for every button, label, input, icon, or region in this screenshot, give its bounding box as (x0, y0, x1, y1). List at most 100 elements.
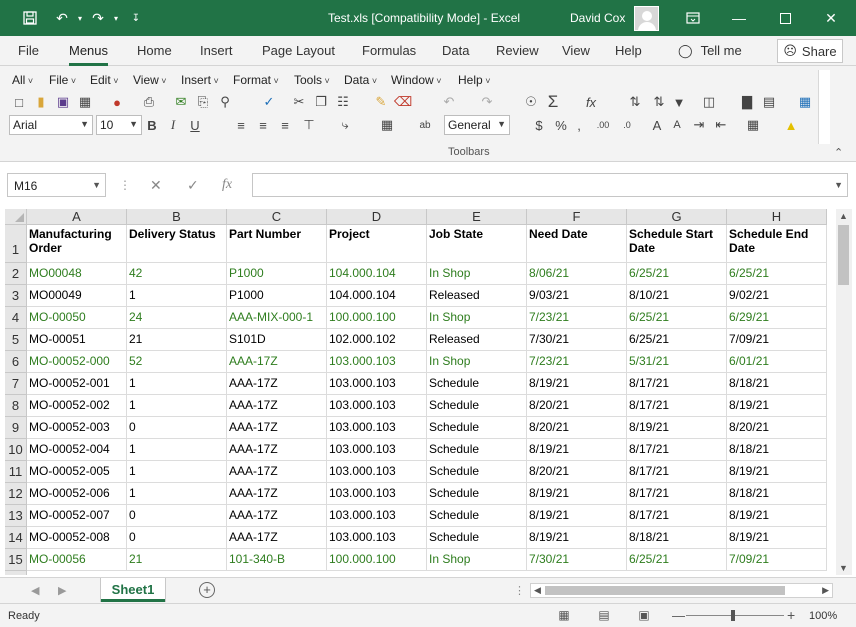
row-header[interactable]: 12 (5, 483, 27, 505)
column-header[interactable]: F (527, 209, 627, 225)
zoom-slider[interactable] (686, 610, 784, 621)
table-cell[interactable]: 103.000.103 (327, 395, 427, 417)
customize-quick-access-icon[interactable]: ↧ (126, 8, 146, 28)
copy-icon[interactable]: ❐ (312, 93, 330, 111)
table-cell[interactable]: 8/06/21 (527, 263, 627, 285)
indent-icon[interactable]: ⇥ (690, 116, 708, 134)
vertical-scrollbar[interactable]: ▲ ▼ (836, 209, 852, 575)
increase-font-icon[interactable]: A (648, 116, 666, 134)
row-header[interactable]: 14 (5, 527, 27, 549)
number-format-select[interactable]: General ▼ (444, 115, 510, 135)
table-cell[interactable]: 103.000.103 (327, 483, 427, 505)
format-painter-icon[interactable]: ✎ (372, 93, 390, 111)
row-header[interactable]: 4 (5, 307, 27, 329)
table-cell[interactable]: 42 (127, 263, 227, 285)
table-cell[interactable]: AAA-17Z (227, 373, 327, 395)
tab-home[interactable]: Home (137, 43, 172, 58)
table-cell[interactable]: 8/18/21 (727, 483, 827, 505)
avatar[interactable] (634, 6, 659, 31)
row-header[interactable]: 15 (5, 549, 27, 571)
table-cell[interactable]: MO-00052-006 (27, 483, 127, 505)
table-cell[interactable]: 9/02/21 (727, 285, 827, 307)
zoom-out-icon[interactable]: — (672, 608, 685, 623)
table-cell[interactable]: 8/20/21 (527, 395, 627, 417)
menu-format[interactable]: Format (233, 73, 279, 87)
table-cell[interactable]: 1 (127, 395, 227, 417)
table-cell[interactable]: 6/25/21 (627, 329, 727, 351)
table-cell[interactable]: 103.000.103 (327, 439, 427, 461)
pivot-icon[interactable]: ▤ (760, 93, 778, 111)
outdent-icon[interactable]: ⇤ (712, 116, 730, 134)
tab-insert[interactable]: Insert (200, 43, 233, 58)
table-cell[interactable]: 103.000.103 (327, 351, 427, 373)
table-cell[interactable]: 8/17/21 (627, 461, 727, 483)
increase-decimal-icon[interactable]: .00 (594, 116, 612, 134)
table-cell[interactable]: 8/19/21 (727, 461, 827, 483)
table-cell[interactable]: 7/23/21 (527, 351, 627, 373)
table-cell[interactable]: AAA-17Z (227, 395, 327, 417)
table-cell[interactable]: 1 (127, 461, 227, 483)
table-cell[interactable]: 103.000.103 (327, 505, 427, 527)
row-header[interactable]: 3 (5, 285, 27, 307)
cancel-icon[interactable]: ✕ (150, 177, 162, 194)
toolbar-scrollbar[interactable] (818, 70, 830, 144)
zoom-slider-knob[interactable] (731, 610, 735, 621)
table-cell[interactable]: 7/09/21 (727, 329, 827, 351)
table-cell[interactable]: Schedule (427, 373, 527, 395)
undo-icon[interactable]: ↶ (440, 93, 458, 111)
table-cell[interactable]: 102.000.102 (327, 329, 427, 351)
row-header[interactable]: 5 (5, 329, 27, 351)
table-cell[interactable]: Schedule (427, 527, 527, 549)
table-cell[interactable]: MO-00052-001 (27, 373, 127, 395)
table-cell[interactable]: AAA-17Z (227, 417, 327, 439)
tab-review[interactable]: Review (496, 43, 539, 58)
font-name-select[interactable]: Arial ▼ (9, 115, 93, 135)
sheet-tab[interactable]: Sheet1 (101, 578, 165, 602)
scroll-right-icon[interactable]: ▶ (822, 585, 829, 596)
table-cell[interactable]: AAA-17Z (227, 351, 327, 373)
header-cell[interactable]: Need Date (527, 225, 627, 263)
table-cell[interactable]: 1 (127, 285, 227, 307)
table-cell[interactable]: 6/29/21 (727, 307, 827, 329)
currency-icon[interactable]: $ (530, 116, 548, 134)
zoom-level[interactable]: 100% (809, 610, 837, 622)
tab-formulas[interactable]: Formulas (362, 43, 416, 58)
table-cell[interactable]: 8/17/21 (627, 439, 727, 461)
insert-function-icon[interactable]: fx (582, 93, 600, 111)
menu-insert[interactable]: Insert (181, 73, 219, 87)
table-cell[interactable]: 7/30/21 (527, 549, 627, 571)
tab-menus[interactable]: Menus (69, 43, 109, 66)
table-cell[interactable]: 8/19/21 (527, 483, 627, 505)
table-cell[interactable]: Schedule (427, 483, 527, 505)
table-cell[interactable]: 8/19/21 (527, 373, 627, 395)
row-header[interactable]: 13 (5, 505, 27, 527)
table-cell[interactable]: 8/18/21 (727, 373, 827, 395)
row-header[interactable]: 7 (5, 373, 27, 395)
wrap-text-icon[interactable]: ab (416, 116, 434, 134)
new-file-icon[interactable]: □ (10, 93, 28, 111)
align-left-icon[interactable]: ≡ (232, 116, 250, 134)
paste-icon[interactable]: ☷ (334, 93, 352, 111)
header-cell[interactable]: Manufacturing Order (27, 225, 127, 263)
table-cell[interactable]: AAA-MIX-000-1 (227, 307, 327, 329)
menu-edit[interactable]: Edit (90, 73, 118, 87)
save-icon[interactable] (20, 8, 40, 28)
table-cell[interactable]: 0 (127, 505, 227, 527)
merge-center-icon[interactable]: ▦ (378, 116, 396, 134)
table-cell[interactable]: 100.000.100 (327, 307, 427, 329)
table-cell[interactable]: In Shop (427, 549, 527, 571)
menu-window[interactable]: Window (391, 73, 441, 87)
table-cell[interactable]: AAA-17Z (227, 527, 327, 549)
table-cell[interactable]: 104.000.104 (327, 285, 427, 307)
table-cell[interactable]: 0 (127, 527, 227, 549)
scroll-up-icon[interactable]: ▲ (839, 211, 848, 221)
table-cell[interactable]: MO00049 (27, 285, 127, 307)
table-cell[interactable]: 8/10/21 (627, 285, 727, 307)
filter-icon[interactable]: ▼ (670, 93, 688, 111)
tab-file[interactable]: File (18, 43, 39, 58)
formula-input[interactable]: ▼ (252, 173, 848, 197)
clear-icon[interactable]: ⌫ (394, 93, 412, 111)
table-cell[interactable]: Released (427, 285, 527, 307)
table-cell[interactable]: 8/17/21 (627, 373, 727, 395)
table-cell[interactable]: MO-00051 (27, 329, 127, 351)
